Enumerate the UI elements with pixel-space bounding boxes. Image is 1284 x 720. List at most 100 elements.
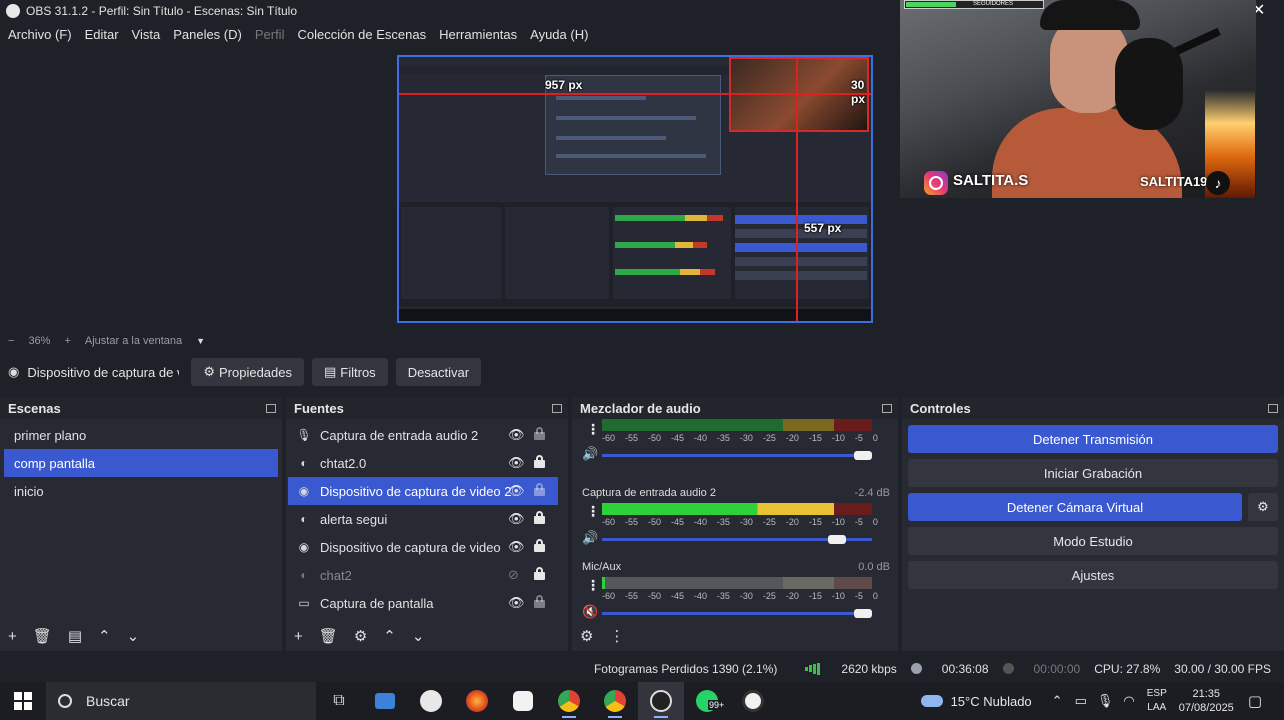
battery-icon[interactable]: ▭ <box>1075 693 1087 709</box>
notification-badge: 99+ <box>708 700 726 710</box>
lock-icon[interactable] <box>534 595 545 608</box>
undock-icon[interactable] <box>552 403 562 413</box>
scene-item[interactable]: inicio <box>4 477 278 505</box>
source-item[interactable]: ◉ Dispositivo de captura de video 👁 <box>288 533 558 561</box>
obs-icon[interactable] <box>638 682 684 720</box>
preview-canvas[interactable]: 957 px 30 px 557 px <box>397 55 873 323</box>
menu-coleccion-escenas[interactable]: Colección de Escenas <box>297 27 426 42</box>
deactivate-button[interactable]: Desactivar <box>395 358 482 386</box>
menu-editar[interactable]: Editar <box>85 27 119 42</box>
obs-secondary-icon[interactable] <box>730 682 776 720</box>
filter-icon[interactable]: ▤ <box>68 627 82 645</box>
selected-source-name: Dispositivo de captura de v <box>27 364 180 380</box>
source-item[interactable]: ◉ Dispositivo de captura de video 2 👁 <box>288 477 558 505</box>
sources-dock: Fuentes 🎙 Captura de entrada audio 2 👁 ◐ c… <box>286 397 568 651</box>
more-icon[interactable]: ⋮ <box>586 421 600 438</box>
volume-slider[interactable] <box>602 609 872 618</box>
virtual-camera-settings-button[interactable]: ⚙ <box>1248 493 1278 521</box>
volume-slider[interactable] <box>602 535 872 544</box>
source-item[interactable]: ◐ chat2 ⊘ <box>288 561 558 589</box>
speaker-icon[interactable]: 🔊 <box>582 446 598 462</box>
guide-line-horizontal <box>399 93 871 95</box>
studio-mode-button[interactable]: Modo Estudio <box>908 527 1278 555</box>
weather[interactable]: 15°C Nublado <box>951 694 1032 709</box>
menu-herramientas[interactable]: Herramientas <box>439 27 517 42</box>
eye-hidden-icon[interactable]: ⊘ <box>508 567 519 583</box>
stop-stream-button[interactable]: Detener Transmisión <box>908 425 1278 453</box>
capcut-icon[interactable] <box>500 682 546 720</box>
file-explorer-icon[interactable] <box>362 682 408 720</box>
discord-icon[interactable] <box>408 682 454 720</box>
start-recording-button[interactable]: Iniciar Grabación <box>908 459 1278 487</box>
taskbar-search[interactable]: Buscar <box>46 682 316 720</box>
scene-item[interactable]: primer plano <box>4 421 278 449</box>
menu-archivo[interactable]: Archivo (F) <box>8 27 72 42</box>
move-up-icon[interactable]: ⌃ <box>98 627 111 645</box>
eye-icon[interactable]: 👁 <box>508 427 525 443</box>
windows-start-icon[interactable] <box>0 692 46 710</box>
task-view-icon[interactable]: ⧉ <box>316 682 362 720</box>
lock-icon[interactable] <box>534 511 545 524</box>
webcam-feed: SEGUIDORES SALTITA.S SALTITA19 ♪ <box>900 0 1256 198</box>
wifi-icon[interactable]: ◠ <box>1123 693 1134 709</box>
record-time: 00:00:00 <box>1002 662 1080 676</box>
undock-icon[interactable] <box>266 403 276 413</box>
firefox-icon[interactable] <box>454 682 500 720</box>
volume-slider[interactable] <box>602 451 872 460</box>
lock-icon[interactable] <box>534 567 545 580</box>
trash-icon[interactable]: 🗑 <box>319 627 338 645</box>
source-item[interactable]: ◐ chtat2.0 👁 <box>288 449 558 477</box>
source-item[interactable]: ◐ alerta segui 👁 <box>288 505 558 533</box>
add-icon[interactable]: + <box>8 628 17 645</box>
eye-icon[interactable]: 👁 <box>508 483 525 499</box>
more-icon[interactable]: ⋮ <box>609 627 624 645</box>
settings-button[interactable]: Ajustes <box>908 561 1278 589</box>
scene-item[interactable]: comp pantalla <box>4 449 278 477</box>
eye-icon[interactable]: 👁 <box>508 511 525 527</box>
chrome-profile-icon[interactable] <box>592 682 638 720</box>
undock-icon[interactable] <box>1268 403 1278 413</box>
more-icon[interactable]: ⋮ <box>586 577 600 594</box>
lock-icon[interactable] <box>534 483 545 496</box>
zoom-fit[interactable]: Ajustar a la ventana <box>85 335 182 347</box>
gear-icon[interactable]: ⚙ <box>354 627 367 645</box>
menu-ayuda[interactable]: Ayuda (H) <box>530 27 588 42</box>
signal-icon <box>805 662 821 675</box>
notifications-icon[interactable]: ▢ <box>1248 692 1262 710</box>
settings-icon[interactable]: ⚙ <box>580 627 593 645</box>
lock-icon[interactable] <box>534 427 545 440</box>
undock-icon[interactable] <box>882 403 892 413</box>
move-down-icon[interactable]: ⌄ <box>127 627 140 645</box>
move-down-icon[interactable]: ⌄ <box>412 627 425 645</box>
menu-perfil[interactable]: Perfil <box>255 27 285 42</box>
menu-paneles[interactable]: Paneles (D) <box>173 27 242 42</box>
lock-icon[interactable] <box>534 455 545 468</box>
trash-icon[interactable]: 🗑 <box>33 627 52 645</box>
language-indicator[interactable]: ESP LAA <box>1147 687 1167 715</box>
speaker-icon[interactable]: 🔊 <box>582 530 598 546</box>
more-icon[interactable]: ⋮ <box>586 503 600 520</box>
eye-icon[interactable]: 👁 <box>508 539 525 555</box>
move-up-icon[interactable]: ⌃ <box>383 627 396 645</box>
menu-vista[interactable]: Vista <box>132 27 161 42</box>
source-item[interactable]: ▭ Captura de pantalla 👁 <box>288 589 558 617</box>
microphone <box>1115 38 1183 130</box>
add-icon[interactable]: + <box>294 628 303 645</box>
properties-button[interactable]: ⚙ Propiedades <box>191 358 304 386</box>
speaker-muted-icon[interactable]: 🔇 <box>582 604 598 620</box>
clock[interactable]: 21:35 07/08/2025 <box>1179 687 1234 715</box>
lock-icon[interactable] <box>534 539 545 552</box>
zoom-out-icon[interactable]: − <box>8 335 14 347</box>
source-item[interactable]: 🎙 Captura de entrada audio 2 👁 <box>288 421 558 449</box>
chrome-icon[interactable] <box>546 682 592 720</box>
stop-virtual-camera-button[interactable]: Detener Cámara Virtual <box>908 493 1242 521</box>
mic-icon[interactable]: 🎙 <box>1097 693 1114 709</box>
whatsapp-icon[interactable]: 99+ <box>684 682 730 720</box>
eye-icon[interactable]: 👁 <box>508 595 525 611</box>
obs-logo-icon <box>6 4 20 18</box>
filters-button[interactable]: ▤ Filtros <box>312 358 388 386</box>
zoom-in-icon[interactable]: + <box>64 335 70 347</box>
eye-icon[interactable]: 👁 <box>508 455 525 471</box>
chevron-down-icon[interactable]: ▼ <box>196 336 205 346</box>
chevron-up-icon[interactable]: ⌃ <box>1052 693 1063 709</box>
